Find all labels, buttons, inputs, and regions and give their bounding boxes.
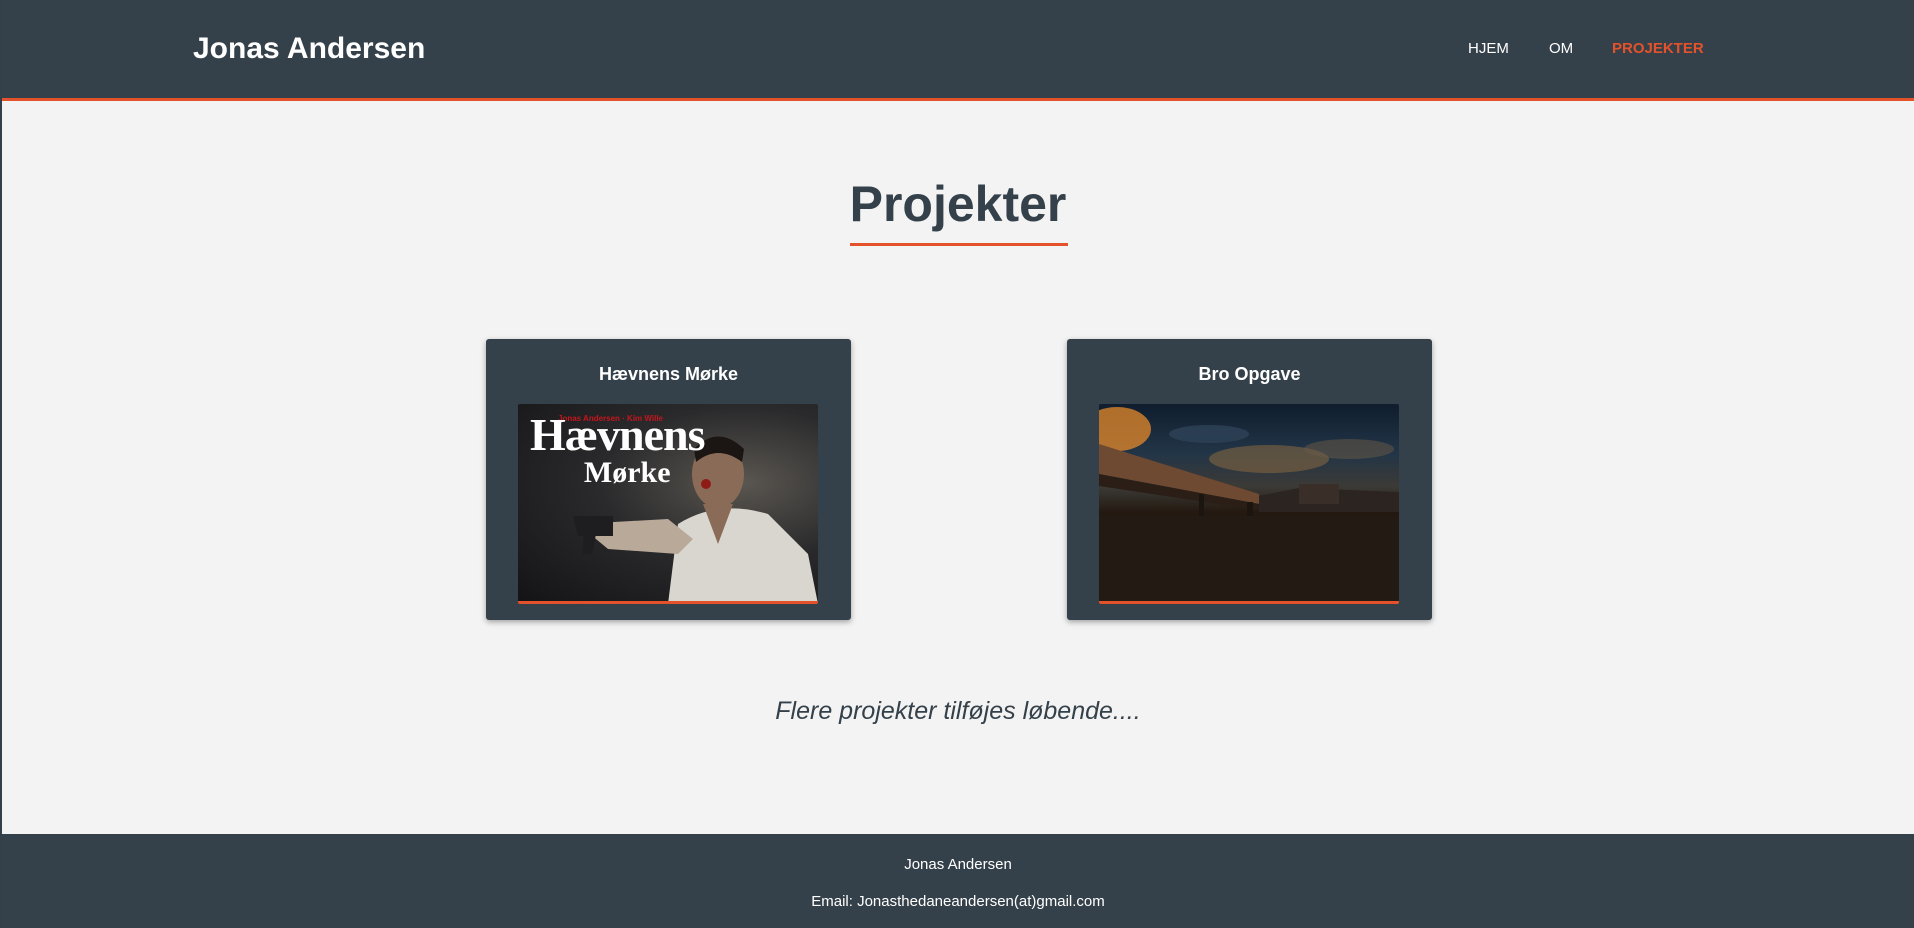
nav-item-projekter[interactable]: PROJEKTER: [1612, 40, 1704, 57]
project-title: Hævnens Mørke: [598, 364, 739, 384]
movie-poster-image[interactable]: Jonas Andersen · Kim Wille Hævnens Mørke: [518, 404, 818, 604]
project-title: Bro Opgave: [1198, 364, 1301, 384]
footer-name: Jonas Andersen: [904, 856, 1012, 873]
project-card-bro-opgave[interactable]: Bro Opgave: [1067, 339, 1432, 620]
nav-item-hjem[interactable]: HJEM: [1468, 40, 1509, 57]
page-title: Projekter: [849, 176, 1067, 232]
footer-email: Email: Jonasthedaneandersen(at)gmail.com: [811, 893, 1105, 910]
more-projects-note: Flere projekter tilføjes løbende....: [775, 697, 1141, 725]
bridge-photo-image[interactable]: [1099, 404, 1399, 604]
site-header: Jonas Andersen HJEM OM PROJEKTER: [2, 0, 1914, 101]
main-nav: HJEM OM PROJEKTER: [2, 40, 1914, 62]
title-underline: [850, 243, 1068, 246]
site-footer: Jonas Andersen Email: Jonasthedaneanders…: [2, 834, 1914, 928]
poster-title: Hævnens Mørke: [530, 409, 705, 489]
project-card-haevnens-morke[interactable]: Hævnens Mørke Jonas Andersen · Kim Wille…: [486, 339, 851, 620]
nav-item-om[interactable]: OM: [1549, 40, 1573, 57]
